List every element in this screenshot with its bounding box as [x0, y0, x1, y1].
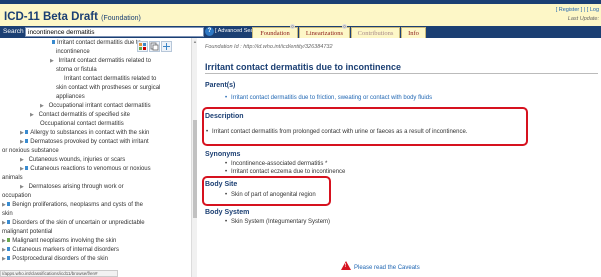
grid-view-icon[interactable]	[137, 41, 148, 52]
app-subtitle: (Foundation)	[101, 15, 141, 22]
expand-arrow-icon[interactable]: ▶	[50, 58, 55, 64]
tree-item[interactable]: ▶ Disorders of the skin of uncertain or …	[2, 220, 145, 226]
title-divider	[205, 73, 598, 74]
account-links[interactable]: [ Register ] | [ Log	[556, 7, 599, 13]
last-update-label: Last Update:	[567, 16, 599, 22]
warning-icon-mark: !	[344, 263, 347, 269]
foundation-id[interactable]: Foundation Id : http://id.who.int/icd/en…	[205, 44, 333, 50]
expand-arrow-icon[interactable]: ▶	[40, 103, 45, 109]
search-input[interactable]	[25, 27, 204, 37]
synonyms-heading: Synonyms	[205, 151, 241, 158]
tree-item[interactable]: ▶ Dermatoses arising through work or	[20, 184, 124, 190]
body-system-item: Skin System (Integumentary System)	[225, 219, 330, 225]
category-icon	[25, 166, 29, 171]
tab-foundation[interactable]: Foundation 0	[252, 24, 298, 38]
tab-count-badge: 0	[342, 24, 347, 29]
synonym-item: Irritant contact eczema due to incontine…	[225, 169, 345, 175]
tree-item[interactable]: ▶ Dermatoses provoked by contact with ir…	[20, 139, 149, 145]
tree-item-cont[interactable]: malignant potential	[2, 229, 52, 235]
tree-item-cont[interactable]: animals	[2, 175, 23, 181]
synonym-item: Incontinence-associated dermatitis *	[225, 161, 327, 167]
tab-linearizations[interactable]: Linearizations 0	[299, 24, 350, 38]
tree-item-cont[interactable]: skin contact with prostheses or surgical	[56, 85, 160, 91]
body-system-heading: Body System	[205, 209, 250, 216]
category-icon	[52, 40, 55, 45]
tab-label: Foundation	[260, 30, 290, 37]
expand-all-icon[interactable]	[161, 41, 172, 52]
tree-item[interactable]: Irritant contact dermatitis due to	[52, 40, 141, 46]
expand-arrow-icon[interactable]: ▶	[20, 157, 25, 163]
help-icon[interactable]: ?	[205, 27, 214, 36]
parent-link[interactable]: Irritant contact dermatitis due to frict…	[225, 95, 432, 101]
tree-item[interactable]: ▶ Malignant neoplasms involving the skin	[2, 238, 116, 244]
tree-item[interactable]: ▶ Cutaneous markers of internal disorder…	[2, 247, 119, 253]
tab-label: Contributions	[357, 30, 394, 37]
expand-arrow-icon[interactable]: ▶	[20, 184, 25, 190]
page-title: Irritant contact dermatitis due to incon…	[205, 62, 402, 72]
app-title: ICD-11 Beta Draft (Foundation)	[4, 11, 141, 23]
highlight-box-body-site	[202, 176, 331, 206]
tree-toolbar	[137, 41, 191, 54]
classification-tree: Irritant contact dermatitis due to incon…	[0, 38, 191, 277]
app-title-text: ICD-11 Beta Draft	[4, 11, 98, 23]
tree-item[interactable]: ▶ Occupational irritant contact dermatit…	[40, 103, 151, 109]
tree-item[interactable]: ▶ Cutaneous wounds, injuries or scars	[20, 157, 125, 163]
parents-heading: Parent(s)	[205, 82, 236, 89]
tree-item[interactable]: ▶ Allergy to substances in contact with …	[20, 130, 149, 136]
search-label: Search	[3, 28, 24, 35]
category-icon	[7, 202, 11, 207]
category-icon	[25, 139, 29, 144]
category-icon	[7, 247, 11, 252]
tree-item-cont[interactable]: skin	[2, 211, 13, 217]
tab-label: Linearizations	[305, 30, 344, 37]
tree-item[interactable]: Occupational contact dermatitis	[40, 121, 124, 127]
tab-label: Info	[408, 30, 419, 37]
tree-item-cont[interactable]: appliances	[56, 94, 85, 100]
tree-item-cont[interactable]: stoma or fistula	[56, 67, 97, 73]
copy-icon[interactable]	[149, 41, 160, 52]
tree-item[interactable]: ▶ Cutaneous reactions to venomous or nox…	[20, 166, 151, 172]
app-header: ICD-11 Beta Draft (Foundation) [ Registe…	[0, 0, 601, 26]
tree-item[interactable]: ▶ Benign proliferations, neoplasms and c…	[2, 202, 143, 208]
status-bar-url: //apps.who.int/classifications/icd11/bro…	[0, 270, 118, 277]
category-icon	[7, 238, 11, 243]
tree-item-cont[interactable]: occupation	[2, 193, 31, 199]
highlight-box-description	[202, 107, 528, 146]
tree-item[interactable]: ▶ Postprocedural disorders of the skin	[2, 256, 108, 262]
tree-item[interactable]: ▶ Contact dermatitis of specified site	[30, 112, 130, 118]
tree-item-cont[interactable]: incontinence	[56, 49, 90, 55]
category-icon	[7, 220, 11, 225]
entity-detail-panel: Foundation Id : http://id.who.int/icd/en…	[200, 38, 601, 277]
tab-info[interactable]: Info	[401, 27, 426, 38]
tree-item[interactable]: ▶ Irritant contact dermatitis related to	[50, 58, 151, 64]
tree-item[interactable]: Irritant contact dermatitis related to	[64, 76, 156, 82]
caveats-link[interactable]: Please read the Caveats	[354, 265, 420, 271]
scroll-thumb[interactable]	[193, 120, 197, 218]
category-icon	[7, 256, 11, 261]
scroll-up-arrow-icon[interactable]: ▲	[193, 39, 197, 44]
tree-item-cont[interactable]: or noxious substance	[2, 148, 59, 154]
expand-arrow-icon[interactable]: ▶	[30, 112, 35, 118]
tab-contributions[interactable]: Contributions	[351, 27, 400, 38]
tree-scrollbar[interactable]: ▲	[191, 38, 197, 277]
tab-count-badge: 0	[290, 24, 295, 29]
category-icon	[25, 130, 29, 135]
